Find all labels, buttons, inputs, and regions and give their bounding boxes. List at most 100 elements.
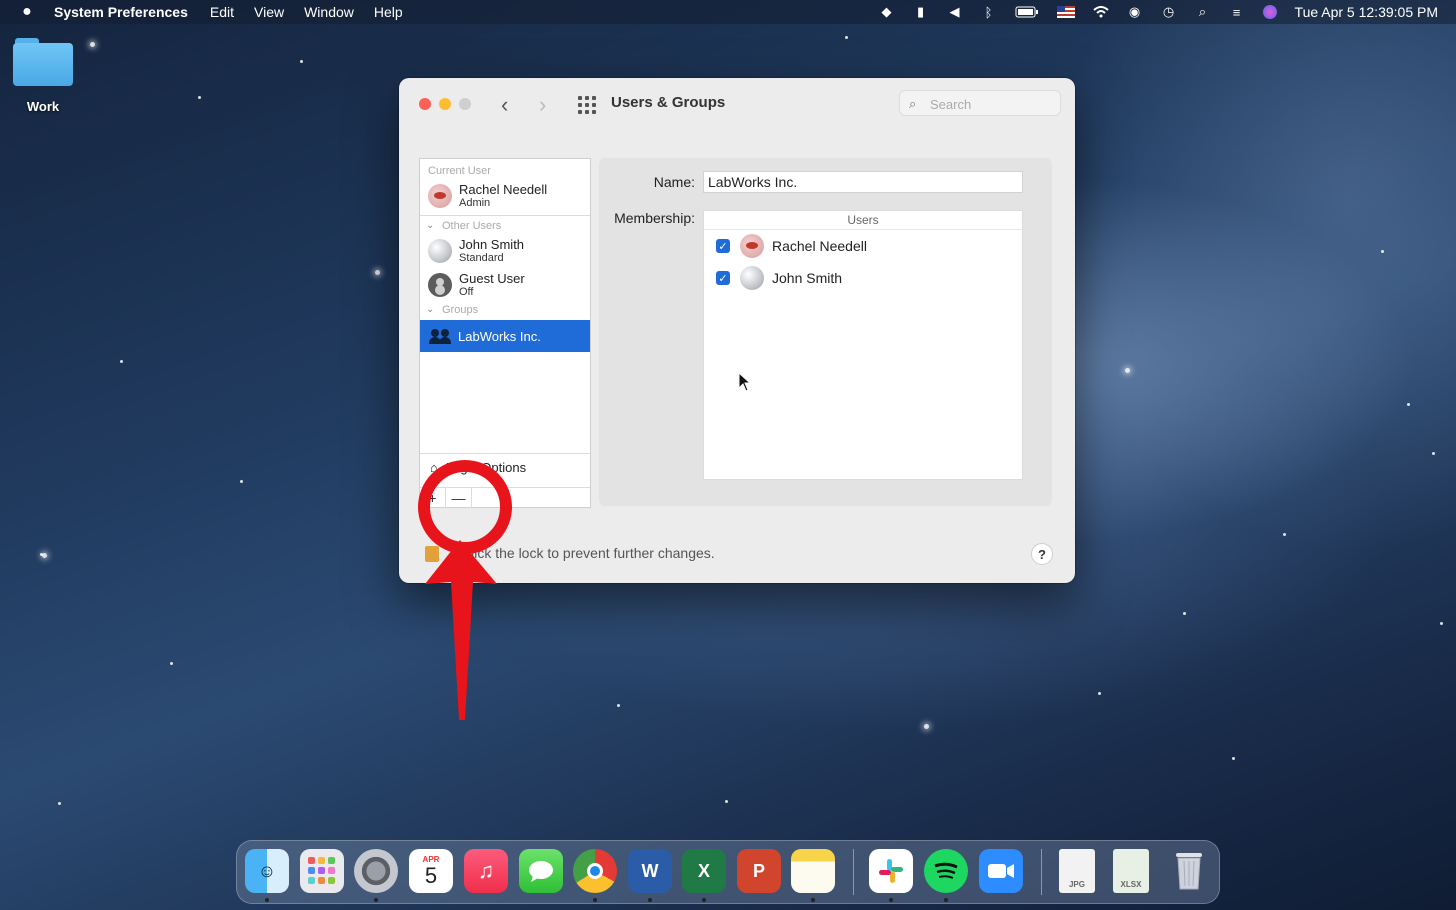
user-role: Off — [459, 286, 474, 298]
running-indicator — [889, 898, 893, 902]
user-role: Admin — [459, 197, 491, 209]
avatar — [740, 266, 764, 290]
annotation-arrow-icon — [425, 540, 497, 720]
trash-icon[interactable] — [1167, 849, 1211, 893]
launchpad-icon[interactable] — [300, 849, 344, 893]
powerpoint-icon[interactable]: P — [737, 849, 781, 893]
file-type-label: XLSX — [1120, 880, 1142, 889]
messages-icon[interactable] — [519, 849, 563, 893]
membership-label: Membership: — [614, 210, 695, 226]
xlsx-file-icon[interactable]: XLSX — [1113, 849, 1149, 893]
search-field[interactable]: ⌕ — [899, 90, 1061, 116]
dock-separator — [1041, 849, 1042, 895]
desktop-folder-work[interactable]: Work — [12, 36, 74, 114]
group-people-icon — [428, 328, 452, 344]
name-label: Name: — [653, 174, 695, 190]
excel-icon[interactable]: X — [682, 849, 726, 893]
member-checkbox[interactable]: ✓ — [716, 239, 730, 253]
user-role: Standard — [459, 252, 504, 264]
search-input[interactable] — [928, 94, 1060, 114]
other-users-header[interactable]: ⌄ Other Users — [420, 218, 590, 234]
running-indicator — [374, 898, 378, 902]
running-indicator — [702, 898, 706, 902]
folder-icon — [13, 36, 73, 86]
group-details-panel: Name: Membership: Users ✓ Rachel Needell… — [599, 158, 1052, 506]
folder-label: Work — [26, 99, 60, 114]
running-indicator — [265, 898, 269, 902]
back-chevron-icon[interactable]: ‹ — [501, 92, 508, 118]
calendar-day: 5 — [424, 862, 438, 888]
bluetooth-icon[interactable]: ᛒ — [981, 5, 997, 20]
group-name: LabWorks Inc. — [458, 328, 541, 344]
member-row-john-smith: ✓ John Smith — [704, 262, 1022, 294]
menu-bar: ● System Preferences Edit View Window He… — [0, 0, 1456, 24]
users-list: Current User Rachel Needell Admin ⌄ Othe… — [419, 158, 591, 508]
finder-icon[interactable]: ☺ — [245, 849, 289, 893]
user-name: Guest User — [459, 271, 525, 286]
menu-view[interactable]: View — [254, 4, 284, 20]
zoom-window-button[interactable] — [459, 98, 471, 110]
member-name: Rachel Needell — [772, 238, 867, 254]
dock: ☺ APR 5 ♫ W X P JPG XLSX — [236, 840, 1220, 904]
divider — [420, 215, 590, 216]
apple-menu-icon[interactable]: ● — [18, 3, 36, 21]
window-title: Users & Groups — [611, 94, 726, 111]
time-machine-icon[interactable]: ◷ — [1161, 4, 1177, 19]
jpg-file-icon[interactable]: JPG — [1059, 849, 1095, 893]
us-flag-icon[interactable] — [1056, 5, 1075, 19]
close-window-button[interactable] — [419, 98, 431, 110]
user-name: John Smith — [459, 237, 525, 252]
menu-help[interactable]: Help — [374, 4, 403, 20]
menu-clock[interactable]: Tue Apr 5 12:39:05 PM — [1295, 4, 1438, 20]
avatar — [428, 184, 452, 208]
spotlight-search-icon[interactable]: ⌕ — [1195, 4, 1211, 19]
search-icon: ⌕ — [909, 96, 917, 111]
current-user-header: Current User — [428, 165, 491, 177]
chevron-down-icon: ⌄ — [426, 220, 435, 231]
zoom-icon[interactable] — [979, 849, 1023, 893]
control-center-icon[interactable]: ≡ — [1229, 5, 1245, 20]
word-icon[interactable]: W — [628, 849, 672, 893]
user-account-icon[interactable]: ◉ — [1127, 4, 1143, 19]
running-indicator — [944, 898, 948, 902]
system-preferences-icon[interactable] — [354, 849, 398, 893]
user-name: Rachel Needell — [459, 182, 548, 197]
siri-icon[interactable] — [1262, 5, 1277, 19]
chrome-icon[interactable] — [573, 849, 617, 893]
group-name-field[interactable] — [703, 171, 1023, 193]
member-name: John Smith — [772, 270, 843, 286]
member-row-rachel-needell: ✓ Rachel Needell — [704, 230, 1022, 262]
battery-icon[interactable] — [1015, 5, 1039, 19]
notes-icon[interactable] — [791, 849, 835, 893]
chevron-down-icon: ⌄ — [426, 304, 435, 315]
user-row-rachel-needell[interactable]: Rachel Needell Admin — [420, 179, 590, 213]
mouse-cursor-icon — [738, 372, 752, 392]
member-checkbox[interactable]: ✓ — [716, 271, 730, 285]
membership-list: Users ✓ Rachel Needell ✓ John Smith — [703, 210, 1023, 480]
help-button[interactable]: ? — [1031, 543, 1053, 565]
groups-header[interactable]: ⌄ Groups — [420, 302, 590, 318]
window-toolbar: ‹ › Users & Groups ⌕ — [399, 78, 1075, 130]
minimize-window-button[interactable] — [439, 98, 451, 110]
music-icon[interactable]: ♫ — [464, 849, 508, 893]
user-row-guest-user[interactable]: Guest User Off — [420, 268, 590, 302]
dock-separator — [853, 849, 854, 895]
status-area: ◆ ▮ ◀ ᛒ ◉ ◷ ⌕ ≡ Tue Apr 5 12:39:05 PM — [879, 0, 1438, 24]
user-row-john-smith[interactable]: John Smith Standard — [420, 234, 590, 268]
menu-window[interactable]: Window — [304, 4, 354, 20]
usb-device-icon[interactable]: ▮ — [913, 4, 929, 19]
slack-icon[interactable] — [869, 849, 913, 893]
avatar — [428, 273, 452, 297]
calendar-icon[interactable]: APR 5 — [409, 849, 453, 893]
avatar — [740, 234, 764, 258]
menu-edit[interactable]: Edit — [210, 4, 234, 20]
show-all-grid-icon[interactable] — [578, 96, 596, 114]
volume-icon[interactable]: ◀ — [947, 4, 963, 19]
running-indicator — [593, 898, 597, 902]
group-row-labworks[interactable]: LabWorks Inc. — [420, 320, 590, 352]
forward-chevron-icon[interactable]: › — [539, 92, 546, 118]
dropbox-icon[interactable]: ◆ — [879, 4, 895, 19]
spotify-icon[interactable] — [924, 849, 968, 893]
wifi-icon[interactable] — [1092, 5, 1109, 19]
menu-app-name[interactable]: System Preferences — [54, 4, 188, 20]
